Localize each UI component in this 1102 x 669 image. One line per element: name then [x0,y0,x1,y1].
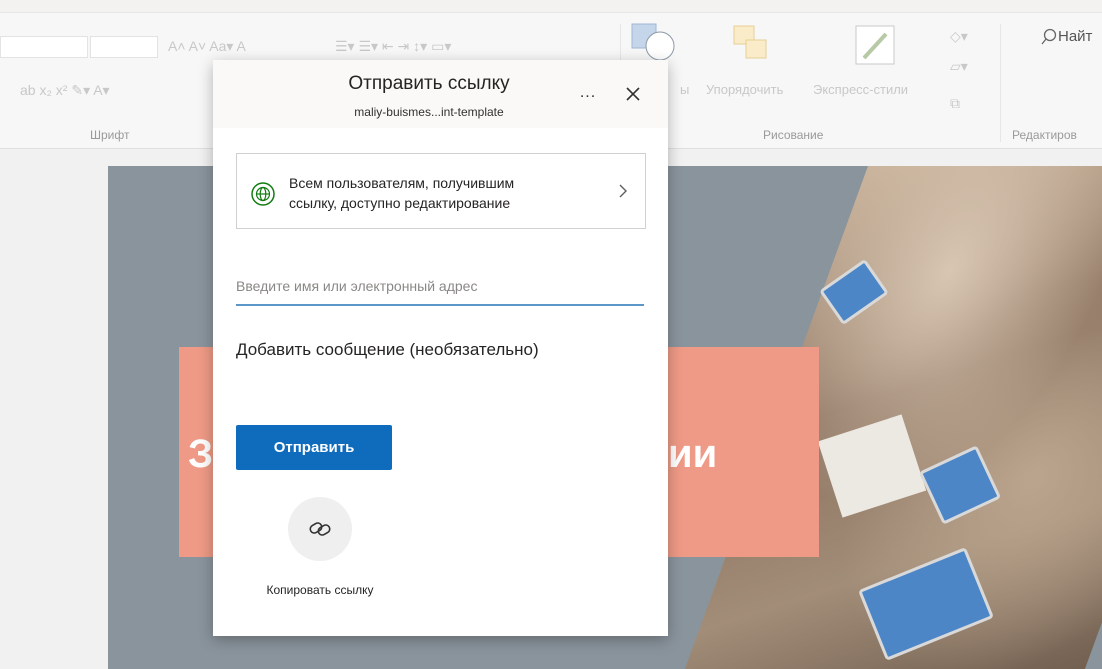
group-label-font: Шрифт [90,128,130,142]
copy-link-label[interactable]: Копировать ссылку [240,583,400,597]
dialog-header: Отправить ссылку maliy-buismes...int-tem… [213,60,668,128]
shape-effects-icon[interactable]: ⧉ [950,95,960,112]
arrange-label[interactable]: Упорядочить [706,82,783,97]
font-size-grow-icon[interactable]: A˄ A˅ Aa▾ A [168,38,246,55]
shapes-label[interactable]: ы [680,82,689,97]
app-window: A˄ A˅ Aa▾ A ☰▾ ☰▾ ⇤ ⇥ ↕▾ ▭▾ ab x₂ x² ✎▾ … [0,0,1102,669]
search-icon[interactable] [1040,28,1058,46]
copy-link-button[interactable] [288,497,352,561]
group-label-drawing: Рисование [763,128,824,142]
permission-description: Всем пользователям, получившим ссылку, д… [289,173,514,213]
group-label-editing: Редактиров [1012,128,1077,142]
send-button[interactable]: Отправить [236,425,392,470]
link-permission-selector[interactable]: Всем пользователям, получившим ссылку, д… [236,153,646,229]
dialog-file-name: maliy-buismes...int-template [354,105,504,119]
permission-line-2: ссылку, доступно редактирование [289,195,511,211]
shape-fill-icon[interactable]: ◇▾ [950,28,968,45]
font-size-combobox[interactable] [90,36,158,58]
ribbon-tabs-strip [0,0,1102,13]
recipient-input[interactable] [236,268,644,306]
group-separator [1000,24,1001,142]
arrange-icon[interactable] [730,22,774,66]
find-label[interactable]: Найт [1058,28,1092,45]
slide-title-left: З [188,432,214,476]
text-format-buttons-icon[interactable]: ab x₂ x² ✎▾ A▾ [20,82,110,99]
more-options-button[interactable]: ... [575,84,601,104]
list-buttons-icon[interactable]: ☰▾ ☰▾ ⇤ ⇥ ↕▾ ▭▾ [335,38,451,55]
slide-title-right: ии [668,432,718,476]
shape-outline-icon[interactable]: ▱▾ [950,58,968,75]
link-icon [309,522,331,536]
chevron-right-icon [619,184,627,198]
globe-icon [251,182,275,206]
permission-line-1: Всем пользователям, получившим [289,175,515,191]
send-link-dialog: Отправить ссылку maliy-buismes...int-tem… [213,60,668,636]
dialog-title: Отправить ссылку [348,73,510,94]
quick-styles-icon[interactable] [852,24,900,68]
font-name-combobox[interactable] [0,36,88,58]
shapes-icon[interactable] [630,22,680,64]
close-icon[interactable] [621,82,645,106]
quick-styles-label[interactable]: Экспресс-стили [813,82,908,97]
message-field[interactable]: Добавить сообщение (необязательно) [236,340,644,368]
